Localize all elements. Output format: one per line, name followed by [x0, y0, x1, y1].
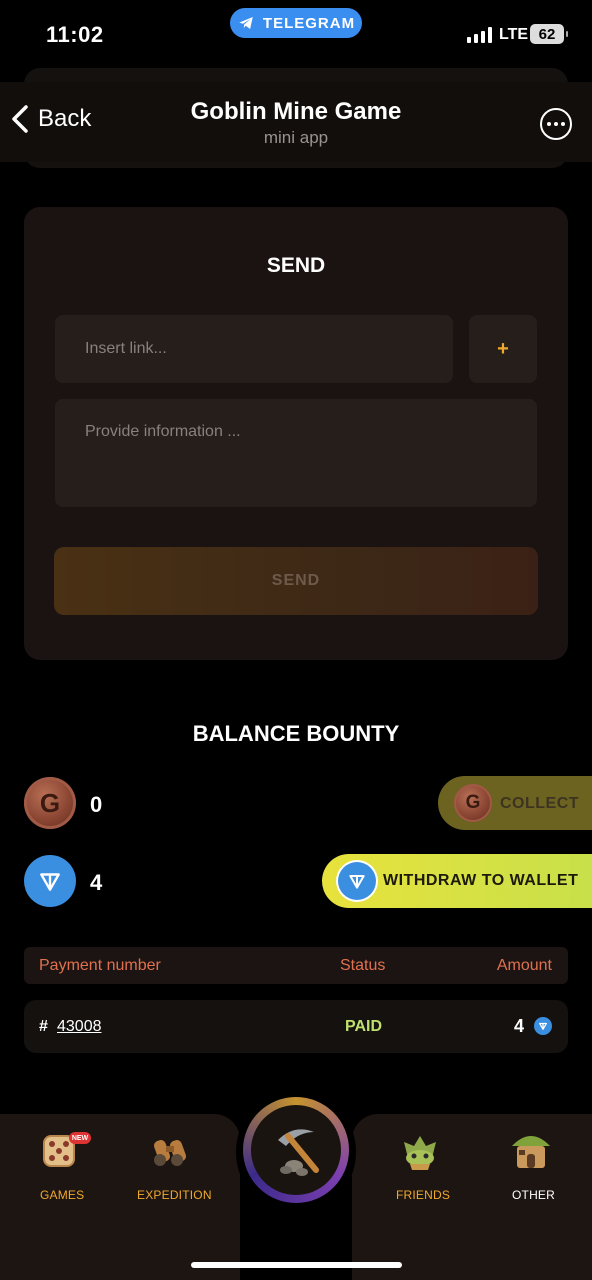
column-header-amount: Amount [496, 957, 552, 974]
dot [547, 122, 551, 126]
signal-icon [467, 27, 492, 43]
network-label: LTE [499, 26, 529, 43]
balance-title: BALANCE BOUNTY [192, 721, 400, 746]
nav-item-friends[interactable]: FRIENDS [396, 1188, 450, 1202]
dot [561, 122, 565, 126]
coin-balance-value: 0 [90, 792, 103, 817]
telegram-icon [239, 17, 253, 29]
app-header: Back Goblin Mine Game mini app [0, 82, 592, 162]
payment-number-link[interactable]: 43008 [57, 1018, 102, 1036]
ton-coin-icon [534, 1017, 552, 1035]
payment-amount: 4 [514, 1016, 525, 1036]
withdraw-label: WITHDRAW TO WALLET [383, 872, 579, 889]
ton-coin-icon [338, 862, 376, 900]
app-subtitle: mini app [263, 128, 329, 147]
battery-icon: 62 [530, 24, 568, 44]
telegram-pill-label: TELEGRAM [262, 14, 356, 32]
nav-item-expedition[interactable]: EXPEDITION [137, 1188, 212, 1202]
more-options-button[interactable] [540, 108, 572, 140]
pickaxe-icon [278, 1129, 319, 1176]
home-indicator[interactable] [191, 1262, 402, 1268]
nav-item-mine[interactable] [251, 1105, 341, 1195]
table-header: Payment number Status Amount [24, 947, 568, 984]
nav-item-other[interactable]: OTHER [512, 1188, 555, 1202]
status-bar: 11:02 TELEGRAM LTE 62 [0, 0, 592, 70]
column-header-payment: Payment number [39, 957, 161, 974]
status-time: 11:02 [46, 22, 104, 47]
telegram-pill[interactable]: TELEGRAM [230, 8, 362, 38]
column-header-status: Status [340, 957, 386, 974]
goblin-icon [404, 1136, 436, 1170]
link-input[interactable] [55, 315, 453, 383]
collect-label: COLLECT [500, 795, 580, 812]
ton-coin-icon [24, 855, 76, 907]
send-card: SEND + SEND [24, 207, 568, 660]
goblin-coin-icon: G [454, 784, 492, 822]
table-row: # 43008 PAID 4 [24, 1000, 568, 1053]
send-button[interactable]: SEND [54, 547, 538, 615]
information-field[interactable] [55, 399, 537, 507]
send-title: SEND [266, 254, 326, 277]
binoculars-icon [154, 1140, 186, 1166]
app-title: Goblin Mine Game [190, 98, 402, 125]
status-badge: PAID [345, 1018, 383, 1035]
goblin-coin-icon: G [24, 777, 76, 829]
ton-balance-value: 4 [90, 870, 103, 895]
nav-item-games[interactable]: GAMES [40, 1188, 84, 1202]
dot [554, 122, 558, 126]
hut-icon [512, 1136, 550, 1168]
new-badge: NEW [69, 1132, 91, 1144]
bottom-nav-right [352, 1114, 592, 1280]
payment-hash: # [39, 1018, 48, 1035]
add-link-button[interactable]: + [469, 315, 537, 383]
